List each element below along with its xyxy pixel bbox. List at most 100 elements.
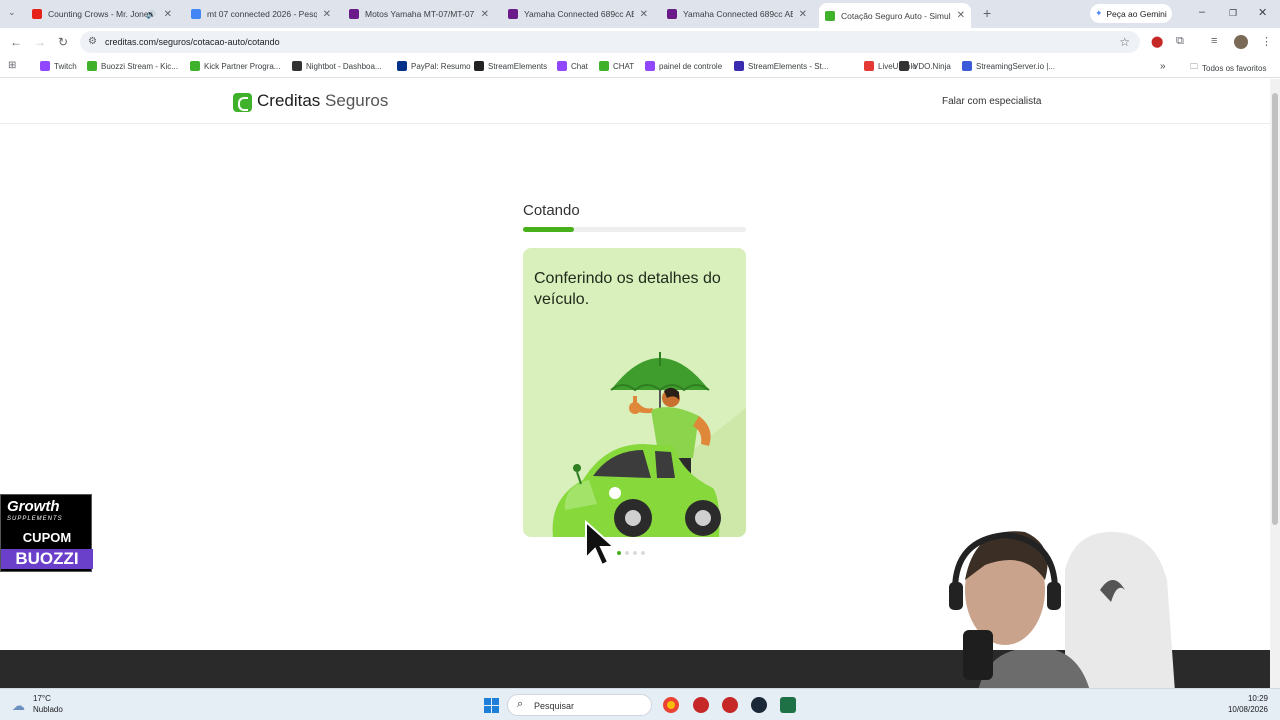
maximize-icon[interactable]: ❐	[1229, 8, 1237, 19]
chrome-icon[interactable]	[663, 697, 679, 713]
browser-tab[interactable]: mt 07 connected 2026 - Pesquisa ✕	[185, 4, 337, 24]
close-tab-icon[interactable]: ✕	[640, 9, 648, 20]
tab-search-icon[interactable]: ⌄	[8, 7, 16, 18]
bookmark-item[interactable]: CHAT	[599, 61, 634, 71]
bookmark-item[interactable]: Buozzi Stream - Kic...	[87, 61, 178, 71]
bookmark-label: Buozzi Stream - Kic...	[101, 61, 178, 71]
cloud-icon[interactable]: ☁	[12, 698, 25, 714]
bookmark-item[interactable]: Twitch	[40, 61, 77, 71]
gemini-label: Peça ao Gemini	[1106, 8, 1167, 19]
profile-avatar[interactable]	[1234, 35, 1248, 49]
tab-favicon-icon	[191, 9, 201, 19]
app-icon[interactable]	[722, 697, 738, 713]
back-icon[interactable]: ←	[10, 35, 22, 49]
progress-bar	[523, 227, 746, 232]
forward-icon[interactable]: →	[34, 35, 46, 49]
menu-icon[interactable]: ⋮	[1261, 35, 1272, 48]
tab-favicon-icon	[667, 9, 677, 19]
extensions-puzzle-icon[interactable]: ⧉	[1176, 35, 1184, 48]
tab-title: Yamaha Connected 689cc ABS	[524, 9, 634, 19]
bookmark-label: painel de controle	[659, 61, 723, 71]
steam-icon[interactable]	[751, 697, 767, 713]
bookmark-item[interactable]: painel de controle	[645, 61, 722, 71]
excel-icon[interactable]	[780, 697, 796, 713]
tab-title: mt 07 connected 2026 - Pesquisa	[207, 9, 317, 19]
search-icon: ⌕	[517, 698, 524, 710]
page-scrollbar[interactable]	[1270, 79, 1280, 688]
apps-grid-icon[interactable]: ⊞	[8, 60, 16, 71]
windows-start-icon[interactable]	[484, 698, 499, 713]
site-info-icon[interactable]: ⚙	[88, 36, 97, 47]
bookmark-label: StreamingServer.io |...	[976, 61, 1055, 71]
all-bookmarks-label: Todos os favoritos	[1202, 63, 1267, 73]
brand-main: Creditas	[257, 91, 321, 110]
browser-tab[interactable]: Motos Yamaha MT-07/MT-07 2 ✕	[343, 4, 495, 24]
close-tab-icon[interactable]: ✕	[164, 9, 172, 20]
brand-logo[interactable]: Creditas Seguros	[257, 91, 388, 111]
taskbar-search[interactable]: ⌕ Pesquisar	[507, 694, 652, 716]
carousel-dot[interactable]	[625, 551, 629, 555]
bookmark-label: StreamElements - St...	[748, 61, 829, 71]
close-tab-icon[interactable]: ✕	[799, 9, 807, 20]
bookmark-item[interactable]: StreamingServer.io |...	[962, 61, 1055, 71]
gemini-button[interactable]: ✦ Peça ao Gemini	[1090, 4, 1172, 23]
browser-tab[interactable]: Cotação Seguro Auto - Simule ✕	[819, 3, 971, 28]
extension-icon[interactable]: ⬤	[1151, 35, 1163, 48]
scroll-thumb[interactable]	[1272, 93, 1278, 525]
bookmark-favicon-icon	[397, 61, 407, 71]
carousel-dot[interactable]	[633, 551, 637, 555]
clock-date: 10/08/2026	[1227, 705, 1268, 714]
tab-title: Counting Crows - Mr. Jones	[48, 9, 153, 19]
tab-favicon-icon	[32, 9, 42, 19]
tab-title: Cotação Seguro Auto - Simule	[841, 10, 951, 21]
carousel-dot[interactable]	[641, 551, 645, 555]
card-message: Conferindo os detalhes do veículo.	[534, 270, 721, 308]
bookmark-star-icon[interactable]: ☆	[1119, 35, 1130, 49]
bookmark-item[interactable]: StreamElements - St...	[734, 61, 828, 71]
minimize-icon[interactable]: –	[1199, 6, 1205, 18]
bookmark-favicon-icon	[557, 61, 567, 71]
talk-to-specialist-link[interactable]: Falar com especialista	[942, 96, 1041, 107]
url-text: creditas.com/seguros/cotacao-auto/cotand…	[105, 37, 280, 47]
bookmark-item[interactable]: Kick Partner Progra...	[190, 61, 280, 71]
bookmarks-bar: ⊞ Twitch Buozzi Stream - Kic... Kick Partn…	[0, 56, 1280, 78]
bookmark-label: PayPal: Resumo	[411, 61, 471, 71]
sponsor-promo-overlay: Growth SUPPLEMENTS CUPOM BUOZZI	[0, 494, 93, 572]
address-bar[interactable]: ⚙ creditas.com/seguros/cotacao-auto/cota…	[80, 31, 1140, 53]
tab-title: Motos Yamaha MT-07/MT-07 2	[365, 9, 475, 19]
system-clock[interactable]: 10:29 10/08/2026	[1226, 694, 1268, 714]
status-title: Cotando	[523, 202, 580, 219]
promo-sub: SUPPLEMENTS	[7, 516, 63, 522]
weather-desc[interactable]: Nublado	[33, 705, 63, 714]
creditas-logo-icon[interactable]	[233, 93, 252, 112]
close-tab-icon[interactable]: ✕	[481, 9, 489, 20]
bookmark-item[interactable]: Nightbot - Dashboa...	[292, 61, 382, 71]
bookmark-item[interactable]: VDO.Ninja	[899, 61, 951, 71]
bookmark-favicon-icon	[190, 61, 200, 71]
reload-icon[interactable]: ↻	[58, 35, 68, 49]
browser-tab[interactable]: Yamaha Connected 689cc ABS ✕	[502, 4, 654, 24]
bookmark-label: Chat	[571, 61, 588, 71]
media-control-icon[interactable]: ≡	[1211, 35, 1217, 47]
gemini-icon: ✦	[1095, 8, 1103, 18]
bookmark-item[interactable]: StreamElements	[474, 61, 547, 71]
close-tab-icon[interactable]: ✕	[957, 10, 965, 21]
windows-taskbar: ☁ 17°C Nublado ⌕ Pesquisar 10:29 10/08/2…	[0, 688, 1280, 720]
new-tab-button[interactable]: +	[983, 5, 991, 21]
close-tab-icon[interactable]: ✕	[323, 9, 331, 20]
more-bookmarks-icon[interactable]: »	[1160, 61, 1166, 72]
browser-tab[interactable]: Counting Crows - Mr. Jones 🔊 ✕	[26, 4, 178, 24]
bookmark-favicon-icon	[962, 61, 972, 71]
all-bookmarks-folder[interactable]: 🗀 Todos os favoritos	[1190, 61, 1266, 75]
bookmark-favicon-icon	[734, 61, 744, 71]
bookmark-favicon-icon	[899, 61, 909, 71]
app-icon[interactable]	[693, 697, 709, 713]
browser-tab[interactable]: Yamaha Connected 689cc ABS ✕	[661, 4, 813, 24]
clock-time: 10:29	[1247, 694, 1268, 703]
bookmark-item[interactable]: PayPal: Resumo	[397, 61, 471, 71]
folder-icon: 🗀	[1190, 62, 1198, 71]
bookmark-item[interactable]: Chat	[557, 61, 588, 71]
close-window-icon[interactable]: ✕	[1258, 6, 1267, 19]
tab-audio-icon[interactable]: 🔊	[146, 10, 156, 19]
weather-temp[interactable]: 17°C	[33, 694, 51, 703]
